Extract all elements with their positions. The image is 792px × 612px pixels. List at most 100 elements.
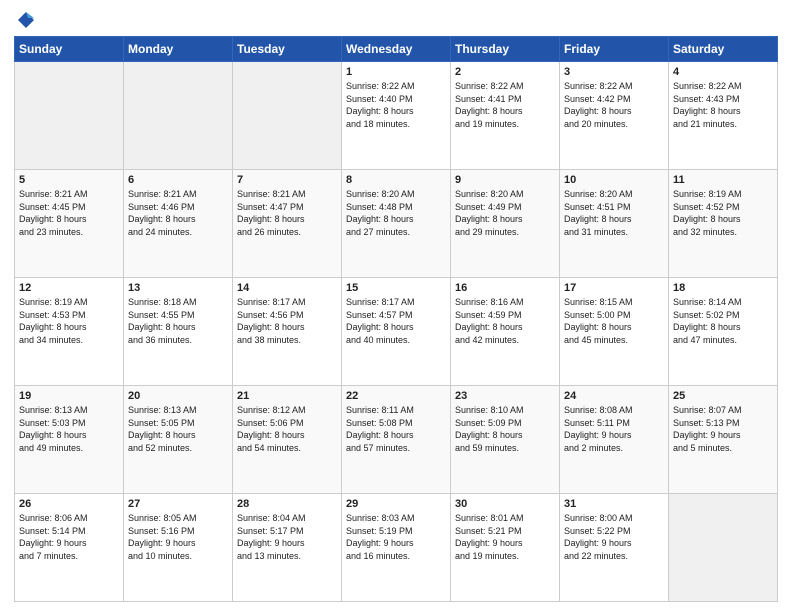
logo <box>14 10 36 30</box>
day-info: Sunrise: 8:21 AM Sunset: 4:45 PM Dayligh… <box>19 188 119 238</box>
weekday-header-wednesday: Wednesday <box>342 37 451 62</box>
calendar-cell: 14 Sunrise: 8:17 AM Sunset: 4:56 PM Dayli… <box>233 278 342 386</box>
calendar-cell: 12 Sunrise: 8:19 AM Sunset: 4:53 PM Dayli… <box>15 278 124 386</box>
day-number: 30 <box>455 498 555 510</box>
day-info: Sunrise: 8:22 AM Sunset: 4:40 PM Dayligh… <box>346 80 446 130</box>
day-info: Sunrise: 8:18 AM Sunset: 4:55 PM Dayligh… <box>128 296 228 346</box>
day-info: Sunrise: 8:05 AM Sunset: 5:16 PM Dayligh… <box>128 512 228 562</box>
calendar-cell: 27 Sunrise: 8:05 AM Sunset: 5:16 PM Dayli… <box>124 494 233 602</box>
page: SundayMondayTuesdayWednesdayThursdayFrid… <box>0 0 792 612</box>
logo-icon <box>16 10 36 30</box>
calendar-cell <box>669 494 778 602</box>
day-info: Sunrise: 8:20 AM Sunset: 4:49 PM Dayligh… <box>455 188 555 238</box>
day-info: Sunrise: 8:01 AM Sunset: 5:21 PM Dayligh… <box>455 512 555 562</box>
day-info: Sunrise: 8:16 AM Sunset: 4:59 PM Dayligh… <box>455 296 555 346</box>
calendar-cell: 2 Sunrise: 8:22 AM Sunset: 4:41 PM Daylig… <box>451 62 560 170</box>
day-info: Sunrise: 8:13 AM Sunset: 5:03 PM Dayligh… <box>19 404 119 454</box>
logo-text <box>14 10 36 30</box>
day-info: Sunrise: 8:08 AM Sunset: 5:11 PM Dayligh… <box>564 404 664 454</box>
calendar-cell: 30 Sunrise: 8:01 AM Sunset: 5:21 PM Dayli… <box>451 494 560 602</box>
calendar-cell: 21 Sunrise: 8:12 AM Sunset: 5:06 PM Dayli… <box>233 386 342 494</box>
day-number: 26 <box>19 498 119 510</box>
calendar-cell: 28 Sunrise: 8:04 AM Sunset: 5:17 PM Dayli… <box>233 494 342 602</box>
weekday-header-saturday: Saturday <box>669 37 778 62</box>
calendar-cell: 1 Sunrise: 8:22 AM Sunset: 4:40 PM Daylig… <box>342 62 451 170</box>
day-info: Sunrise: 8:03 AM Sunset: 5:19 PM Dayligh… <box>346 512 446 562</box>
day-info: Sunrise: 8:14 AM Sunset: 5:02 PM Dayligh… <box>673 296 773 346</box>
weekday-header-monday: Monday <box>124 37 233 62</box>
calendar-cell: 3 Sunrise: 8:22 AM Sunset: 4:42 PM Daylig… <box>560 62 669 170</box>
calendar-cell: 13Sunrise: 8:18 AM Sunset: 4:55 PM Dayli… <box>124 278 233 386</box>
day-number: 15 <box>346 282 446 294</box>
calendar-cell: 31 Sunrise: 8:00 AM Sunset: 5:22 PM Dayli… <box>560 494 669 602</box>
calendar-cell: 23 Sunrise: 8:10 AM Sunset: 5:09 PM Dayli… <box>451 386 560 494</box>
calendar-cell <box>233 62 342 170</box>
calendar-cell: 25Sunrise: 8:07 AM Sunset: 5:13 PM Dayli… <box>669 386 778 494</box>
day-number: 21 <box>237 390 337 402</box>
calendar-week-row: 19 Sunrise: 8:13 AM Sunset: 5:03 PM Dayli… <box>15 386 778 494</box>
day-number: 27 <box>128 498 228 510</box>
day-info: Sunrise: 8:21 AM Sunset: 4:46 PM Dayligh… <box>128 188 228 238</box>
day-number: 29 <box>346 498 446 510</box>
calendar-week-row: 26Sunrise: 8:06 AM Sunset: 5:14 PM Dayli… <box>15 494 778 602</box>
calendar-cell: 22 Sunrise: 8:11 AM Sunset: 5:08 PM Dayli… <box>342 386 451 494</box>
day-info: Sunrise: 8:19 AM Sunset: 4:52 PM Dayligh… <box>673 188 773 238</box>
day-number: 28 <box>237 498 337 510</box>
day-info: Sunrise: 8:17 AM Sunset: 4:56 PM Dayligh… <box>237 296 337 346</box>
calendar-cell: 5 Sunrise: 8:21 AM Sunset: 4:45 PM Daylig… <box>15 170 124 278</box>
day-number: 20 <box>128 390 228 402</box>
day-info: Sunrise: 8:15 AM Sunset: 5:00 PM Dayligh… <box>564 296 664 346</box>
calendar-cell: 24 Sunrise: 8:08 AM Sunset: 5:11 PM Dayli… <box>560 386 669 494</box>
day-number: 9 <box>455 174 555 186</box>
weekday-header-tuesday: Tuesday <box>233 37 342 62</box>
day-number: 23 <box>455 390 555 402</box>
calendar-cell: 29 Sunrise: 8:03 AM Sunset: 5:19 PM Dayli… <box>342 494 451 602</box>
day-number: 11 <box>673 174 773 186</box>
calendar-cell: 15 Sunrise: 8:17 AM Sunset: 4:57 PM Dayli… <box>342 278 451 386</box>
day-number: 17 <box>564 282 664 294</box>
calendar-cell: 10 Sunrise: 8:20 AM Sunset: 4:51 PM Dayli… <box>560 170 669 278</box>
day-number: 6 <box>128 174 228 186</box>
calendar-cell: 20Sunrise: 8:13 AM Sunset: 5:05 PM Dayli… <box>124 386 233 494</box>
calendar-cell: 26Sunrise: 8:06 AM Sunset: 5:14 PM Dayli… <box>15 494 124 602</box>
calendar-week-row: 12 Sunrise: 8:19 AM Sunset: 4:53 PM Dayli… <box>15 278 778 386</box>
day-info: Sunrise: 8:19 AM Sunset: 4:53 PM Dayligh… <box>19 296 119 346</box>
day-info: Sunrise: 8:10 AM Sunset: 5:09 PM Dayligh… <box>455 404 555 454</box>
calendar-cell: 9 Sunrise: 8:20 AM Sunset: 4:49 PM Daylig… <box>451 170 560 278</box>
day-number: 1 <box>346 66 446 78</box>
header <box>14 10 778 30</box>
day-info: Sunrise: 8:00 AM Sunset: 5:22 PM Dayligh… <box>564 512 664 562</box>
day-number: 18 <box>673 282 773 294</box>
day-info: Sunrise: 8:21 AM Sunset: 4:47 PM Dayligh… <box>237 188 337 238</box>
day-info: Sunrise: 8:12 AM Sunset: 5:06 PM Dayligh… <box>237 404 337 454</box>
day-number: 19 <box>19 390 119 402</box>
calendar-cell: 11 Sunrise: 8:19 AM Sunset: 4:52 PM Dayli… <box>669 170 778 278</box>
day-info: Sunrise: 8:04 AM Sunset: 5:17 PM Dayligh… <box>237 512 337 562</box>
day-info: Sunrise: 8:22 AM Sunset: 4:41 PM Dayligh… <box>455 80 555 130</box>
day-number: 14 <box>237 282 337 294</box>
day-info: Sunrise: 8:11 AM Sunset: 5:08 PM Dayligh… <box>346 404 446 454</box>
day-info: Sunrise: 8:17 AM Sunset: 4:57 PM Dayligh… <box>346 296 446 346</box>
calendar-cell: 7 Sunrise: 8:21 AM Sunset: 4:47 PM Daylig… <box>233 170 342 278</box>
day-number: 16 <box>455 282 555 294</box>
day-number: 22 <box>346 390 446 402</box>
day-info: Sunrise: 8:22 AM Sunset: 4:42 PM Dayligh… <box>564 80 664 130</box>
calendar-cell: 18 Sunrise: 8:14 AM Sunset: 5:02 PM Dayli… <box>669 278 778 386</box>
day-number: 24 <box>564 390 664 402</box>
day-number: 8 <box>346 174 446 186</box>
day-number: 31 <box>564 498 664 510</box>
calendar-cell: 16 Sunrise: 8:16 AM Sunset: 4:59 PM Dayli… <box>451 278 560 386</box>
calendar-cell: 6 Sunrise: 8:21 AM Sunset: 4:46 PM Daylig… <box>124 170 233 278</box>
day-number: 12 <box>19 282 119 294</box>
day-number: 10 <box>564 174 664 186</box>
weekday-header-thursday: Thursday <box>451 37 560 62</box>
day-number: 5 <box>19 174 119 186</box>
day-number: 2 <box>455 66 555 78</box>
calendar: SundayMondayTuesdayWednesdayThursdayFrid… <box>14 36 778 602</box>
day-number: 7 <box>237 174 337 186</box>
weekday-header-friday: Friday <box>560 37 669 62</box>
calendar-cell <box>124 62 233 170</box>
day-number: 3 <box>564 66 664 78</box>
weekday-header-row: SundayMondayTuesdayWednesdayThursdayFrid… <box>15 37 778 62</box>
day-info: Sunrise: 8:20 AM Sunset: 4:51 PM Dayligh… <box>564 188 664 238</box>
